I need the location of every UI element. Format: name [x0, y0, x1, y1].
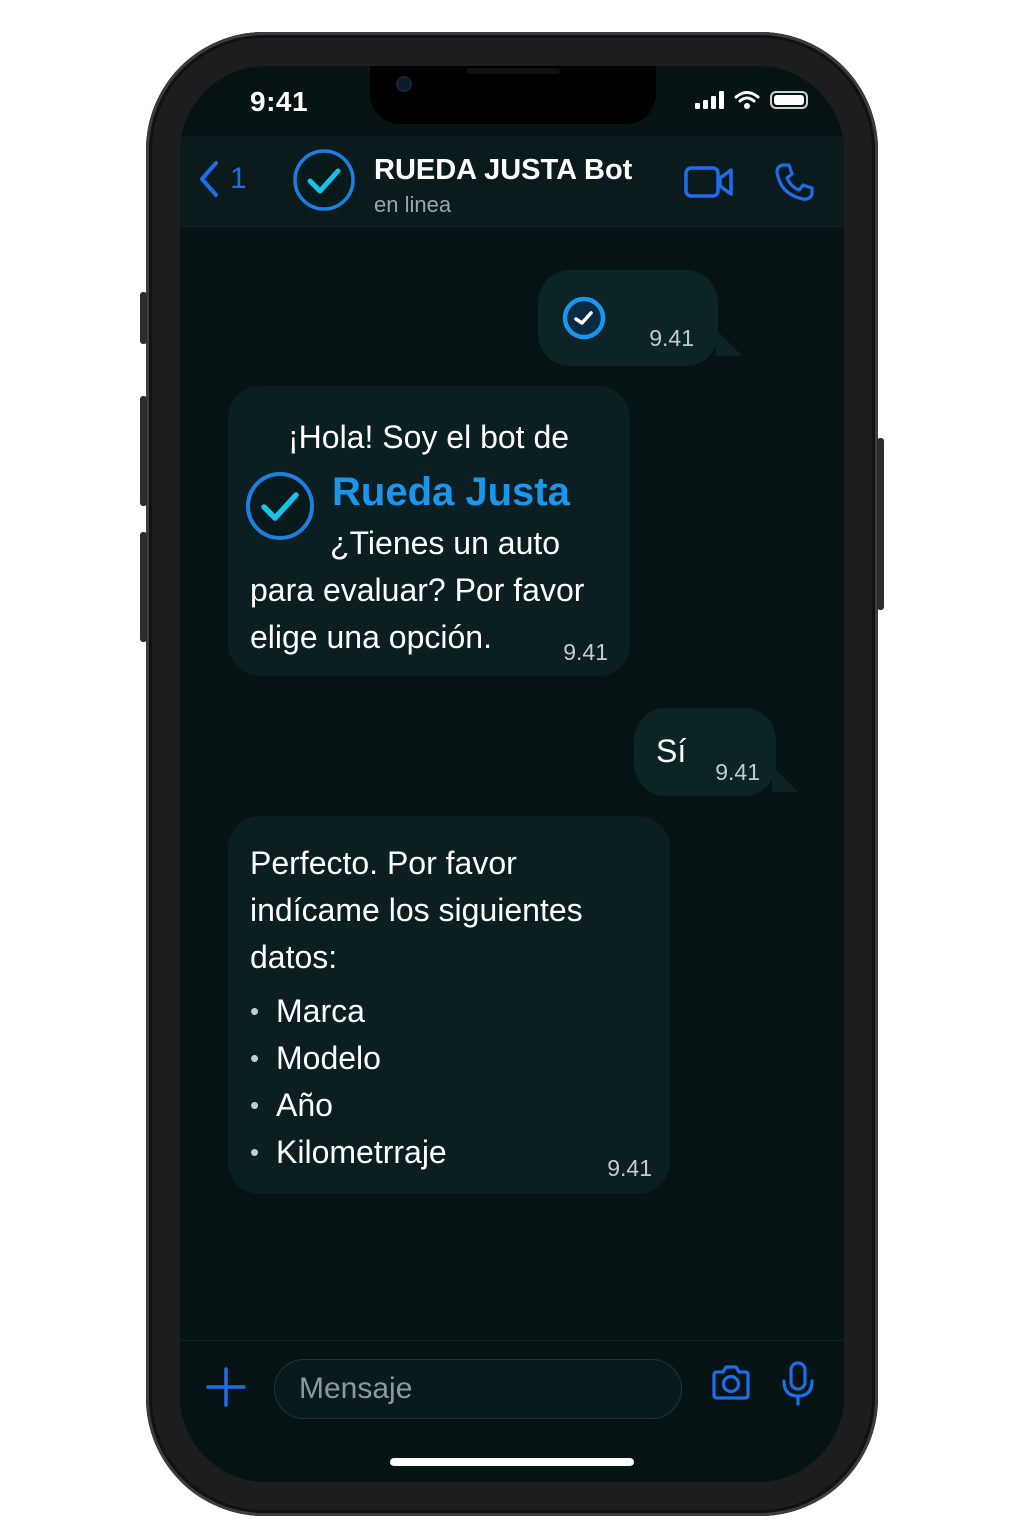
signal-icon: [695, 91, 724, 109]
home-indicator[interactable]: [390, 1458, 634, 1466]
back-chevron-icon: [200, 161, 218, 197]
wifi-icon: [734, 91, 760, 109]
chat-area: 9.41 ¡Hola! Soy el bot de Rueda Justa ¿T…: [180, 226, 844, 1336]
speaker-grill: [466, 68, 560, 74]
camera-icon[interactable]: [710, 1365, 752, 1401]
message-text: elige una opción.: [250, 619, 492, 655]
power-button: [877, 438, 884, 610]
unread-count: 1: [230, 162, 247, 195]
message-bubble-incoming[interactable]: Perfecto. Por favor indícame los siguien…: [228, 816, 670, 1194]
list-item: Año: [250, 1082, 447, 1129]
bubble-tail: [716, 330, 742, 356]
message-time: 9.41: [563, 639, 608, 665]
bubble-tail: [772, 766, 798, 792]
list-item: Modelo: [250, 1035, 447, 1082]
message-text: indícame los siguientes: [250, 892, 583, 928]
message-text: Perfecto. Por favor: [250, 845, 517, 881]
contact-name[interactable]: RUEDA JUSTA Bot: [374, 154, 632, 187]
rueda-justa-logo-icon: [246, 472, 314, 540]
notch: [370, 66, 656, 124]
battery-icon: [770, 91, 808, 109]
status-time: 9:41: [250, 86, 309, 117]
message-text: datos:: [250, 939, 338, 975]
status-icons: [695, 90, 808, 110]
message-text: para evaluar? Por favor: [250, 572, 585, 608]
brand-name: Rueda Justa: [332, 470, 570, 514]
volume-down-button: [140, 532, 147, 642]
message-bubble-outgoing[interactable]: Sí 9.41: [634, 708, 776, 796]
contact-status: en linea: [374, 192, 452, 217]
message-bubble-outgoing[interactable]: 9.41: [538, 270, 718, 366]
chat-header: 1 RUEDA JUSTA Bot en linea: [180, 136, 844, 227]
list-item: Marca: [250, 988, 447, 1035]
plus-icon[interactable]: [206, 1367, 246, 1407]
checkmark-avatar-icon[interactable]: [292, 148, 356, 212]
message-time: 9.41: [715, 759, 760, 785]
back-button[interactable]: 1: [198, 160, 247, 198]
mute-switch: [140, 292, 147, 344]
message-time: 9.41: [607, 1155, 652, 1181]
phone-icon[interactable]: [774, 162, 814, 202]
phone-screen: 9:41 1 RUEDA JUSTA Bot en linea 9.41 ¡Ho…: [180, 66, 844, 1482]
list-item: Kilometrraje: [250, 1129, 447, 1176]
message-input[interactable]: [274, 1359, 682, 1419]
volume-up-button: [140, 396, 147, 506]
front-camera-icon: [398, 78, 410, 90]
message-text: ¿Tienes un auto: [330, 525, 561, 561]
message-time: 9.41: [649, 325, 694, 351]
microphone-icon[interactable]: [780, 1361, 816, 1407]
clock-icon: [562, 296, 606, 340]
message-bubble-incoming[interactable]: ¡Hola! Soy el bot de Rueda Justa ¿Tienes…: [228, 386, 630, 676]
video-camera-icon[interactable]: [684, 164, 734, 200]
message-text: Sí: [656, 733, 687, 769]
requested-data-list: Marca Modelo Año Kilometrraje: [250, 988, 447, 1176]
message-text: ¡Hola! Soy el bot de: [288, 419, 570, 455]
